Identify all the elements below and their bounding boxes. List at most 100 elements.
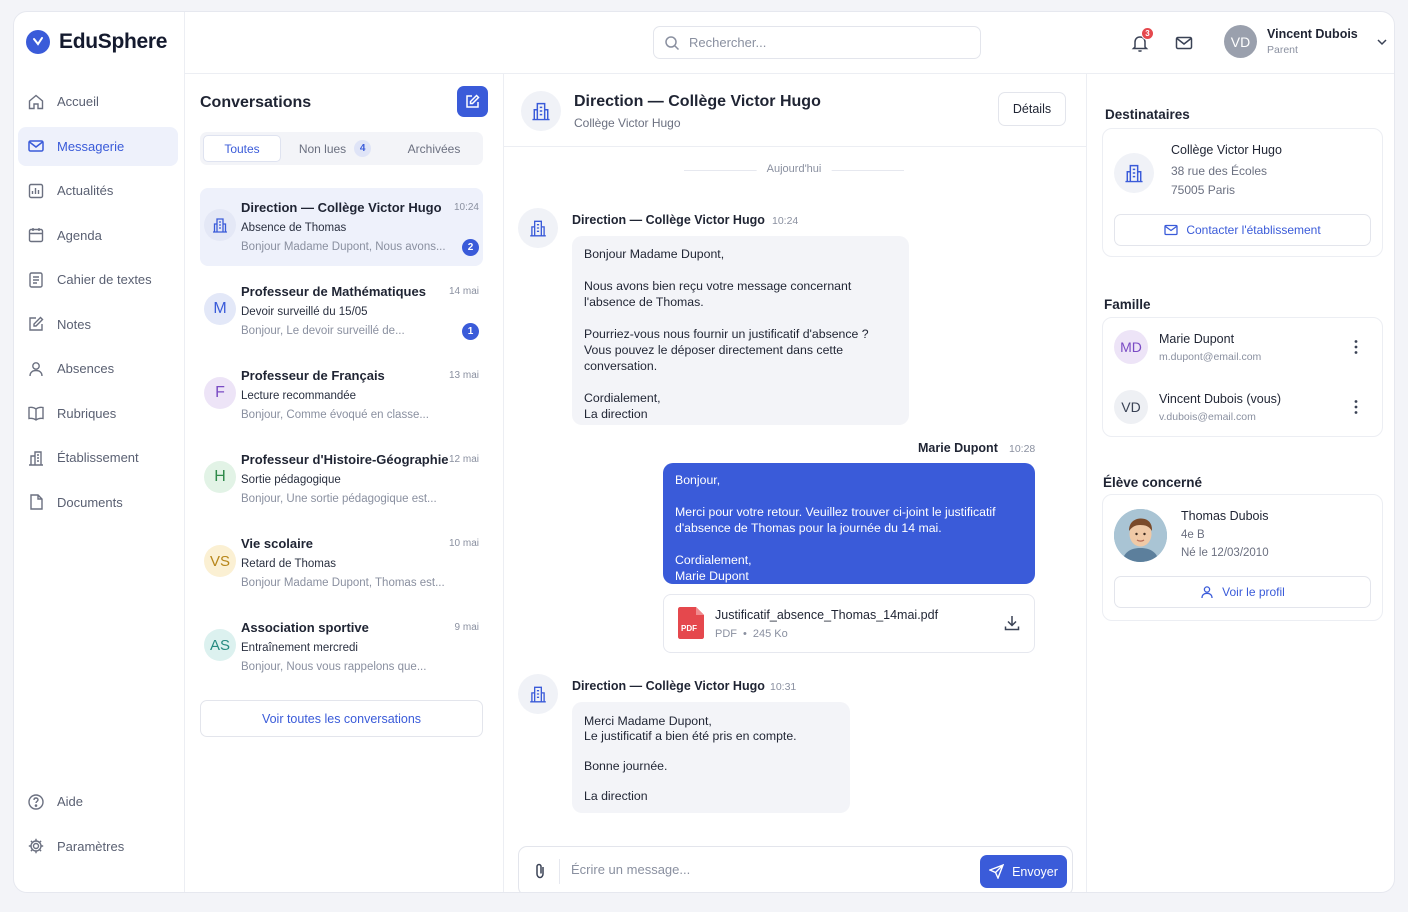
- conversation-preview: Bonjour, Une sortie pédagogique est...: [241, 493, 437, 505]
- sidebar-item-parametres[interactable]: Paramètres: [18, 827, 178, 866]
- conversation-tabs: Toutes Non lues 4 Archivées: [200, 132, 483, 165]
- file-icon: [27, 493, 45, 511]
- conversation-item[interactable]: M Professeur de Mathématiques 14 mai Dev…: [200, 272, 483, 350]
- conversation-name: Association sportive: [241, 620, 369, 635]
- avatar: VS: [204, 545, 236, 577]
- messages-button[interactable]: [1174, 33, 1194, 53]
- conversation-name: Professeur de Mathématiques: [241, 284, 426, 299]
- new-message-button[interactable]: [457, 86, 488, 117]
- conversation-preview: Bonjour, Le devoir surveillé de...: [241, 325, 405, 337]
- unread-badge: 2: [462, 239, 479, 256]
- notebook-icon: [27, 271, 45, 289]
- unread-count-badge: 4: [354, 140, 372, 157]
- tab-non-lues[interactable]: Non lues 4: [281, 135, 389, 162]
- attachment-size: 245 Ko: [752, 628, 788, 640]
- send-button[interactable]: Envoyer: [980, 855, 1067, 888]
- family-member-email: m.dupont@email.com: [1159, 351, 1262, 363]
- paperclip-icon[interactable]: [530, 861, 550, 881]
- conversation-item[interactable]: VS Vie scolaire 10 mai Retard de Thomas …: [200, 524, 483, 602]
- mail-icon: [27, 137, 45, 155]
- conversation-name: Vie scolaire: [241, 536, 314, 551]
- sidebar-item-agenda[interactable]: Agenda: [18, 216, 178, 255]
- conversation-name: Professeur de Français: [241, 368, 385, 383]
- sidebar-nav: Accueil Messagerie Actualités Agenda Cah…: [18, 82, 178, 527]
- user-role: Parent: [1267, 44, 1298, 56]
- search-input[interactable]: [689, 35, 959, 50]
- sidebar-item-rubriques[interactable]: Rubriques: [18, 394, 178, 433]
- tab-toutes[interactable]: Toutes: [203, 135, 281, 162]
- pdf-file-icon: PDF: [678, 607, 704, 639]
- notifications-button[interactable]: 3: [1130, 27, 1154, 53]
- user-menu[interactable]: VD Vincent Dubois Parent: [1224, 25, 1388, 58]
- app-logo[interactable]: EduSphere: [26, 30, 167, 54]
- tab-archivees[interactable]: Archivées: [389, 135, 479, 162]
- see-all-conversations-button[interactable]: Voir toutes les conversations: [200, 700, 483, 737]
- details-button[interactable]: Détails: [998, 92, 1066, 126]
- building-icon: [204, 209, 236, 241]
- school-address-line2: 75005 Paris: [1171, 183, 1236, 197]
- conversation-item[interactable]: AS Association sportive 9 mai Entraîneme…: [200, 608, 483, 686]
- chat-subtitle: Collège Victor Hugo: [574, 116, 681, 130]
- conversation-preview: Bonjour Madame Dupont, Thomas est...: [241, 577, 445, 589]
- conversation-subject: Retard de Thomas: [241, 558, 337, 570]
- sidebar-item-absences[interactable]: Absences: [18, 349, 178, 388]
- tab-label: Non lues: [298, 141, 347, 156]
- view-profile-button[interactable]: Voir le profil: [1114, 576, 1371, 608]
- student-title: Élève concerné: [1103, 475, 1203, 490]
- avatar: VD: [1224, 25, 1257, 58]
- family-member-email: v.dubois@email.com: [1159, 411, 1256, 423]
- more-options-icon[interactable]: [1348, 398, 1364, 416]
- search-box[interactable]: [653, 26, 981, 59]
- sidebar-item-documents[interactable]: Documents: [18, 483, 178, 522]
- message-composer: Envoyer: [518, 846, 1073, 892]
- message-time: 10:24: [772, 215, 799, 227]
- family-member-row[interactable]: MD Marie Dupont m.dupont@email.com: [1103, 318, 1382, 378]
- message-input[interactable]: [571, 862, 971, 877]
- more-options-icon[interactable]: [1348, 338, 1364, 356]
- sidebar-bottom: Aide Paramètres: [18, 782, 178, 871]
- sidebar-item-label: Absences: [57, 361, 115, 376]
- sidebar-item-aide[interactable]: Aide: [18, 782, 178, 821]
- date-separator-label: Aujourd'hui: [756, 163, 832, 175]
- school-card: Collège Victor Hugo 38 rue des Écoles 75…: [1102, 128, 1383, 257]
- sidebar-item-notes[interactable]: Notes: [18, 305, 178, 344]
- search-icon: [664, 35, 680, 51]
- building-icon: [518, 674, 558, 714]
- download-icon[interactable]: [1003, 614, 1021, 632]
- conversation-subject: Devoir surveillé du 15/05: [241, 306, 368, 318]
- sidebar-item-messagerie[interactable]: Messagerie: [18, 126, 178, 166]
- logo-icon: [26, 30, 50, 54]
- message-bubble: Merci Madame Dupont, Le justificatif a b…: [572, 702, 850, 813]
- building-icon: [1114, 153, 1154, 193]
- sidebar-item-accueil[interactable]: Accueil: [18, 82, 178, 121]
- sidebar-item-label: Documents: [57, 494, 123, 510]
- sidebar-item-cahier-de-textes[interactable]: Cahier de textes: [18, 260, 178, 299]
- conversation-item[interactable]: Direction — Collège Victor Hugo 10:24 Ab…: [200, 188, 483, 266]
- sidebar-item-label: Agenda: [57, 227, 102, 243]
- conversation-item[interactable]: F Professeur de Français 13 mai Lecture …: [200, 356, 483, 434]
- app-window: EduSphere Accueil Messagerie Actualités …: [13, 11, 1395, 893]
- sidebar-item-label: Messagerie: [57, 138, 125, 154]
- family-member-row[interactable]: VD Vincent Dubois (vous) v.dubois@email.…: [1103, 378, 1382, 438]
- attachment-card[interactable]: PDF Justificatif_absence_Thomas_14mai.pd…: [663, 594, 1035, 653]
- app-name: EduSphere: [59, 30, 168, 53]
- pdf-badge: PDF: [681, 624, 697, 633]
- conversation-name: Professeur d'Histoire-Géographie: [241, 452, 449, 467]
- sidebar-item-label: Aide: [57, 794, 84, 809]
- conversation-name: Direction — Collège Victor Hugo: [241, 200, 442, 215]
- school-name: Collège Victor Hugo: [1171, 143, 1282, 157]
- sidebar-item-actualites[interactable]: Actualités: [18, 171, 178, 210]
- conversation-item[interactable]: H Professeur d'Histoire-Géographie 12 ma…: [200, 440, 483, 518]
- contact-school-button[interactable]: Contacter l'établissement: [1114, 214, 1371, 246]
- sidebar-item-etablissement[interactable]: Établissement: [18, 438, 178, 477]
- sidebar-item-label: Accueil: [57, 94, 99, 109]
- view-profile-label: Voir le profil: [1222, 585, 1285, 599]
- family-member-name: Marie Dupont: [1159, 332, 1235, 346]
- conversation-time: 13 mai: [448, 370, 479, 381]
- user-name: Vincent Dubois: [1267, 27, 1358, 41]
- avatar: VD: [1114, 390, 1148, 424]
- contact-school-label: Contacter l'établissement: [1186, 223, 1321, 237]
- recipients-title: Destinataires: [1105, 107, 1190, 122]
- message-bubble: Bonjour Madame Dupont, Nous avons bien r…: [572, 236, 909, 425]
- avatar: M: [204, 293, 236, 325]
